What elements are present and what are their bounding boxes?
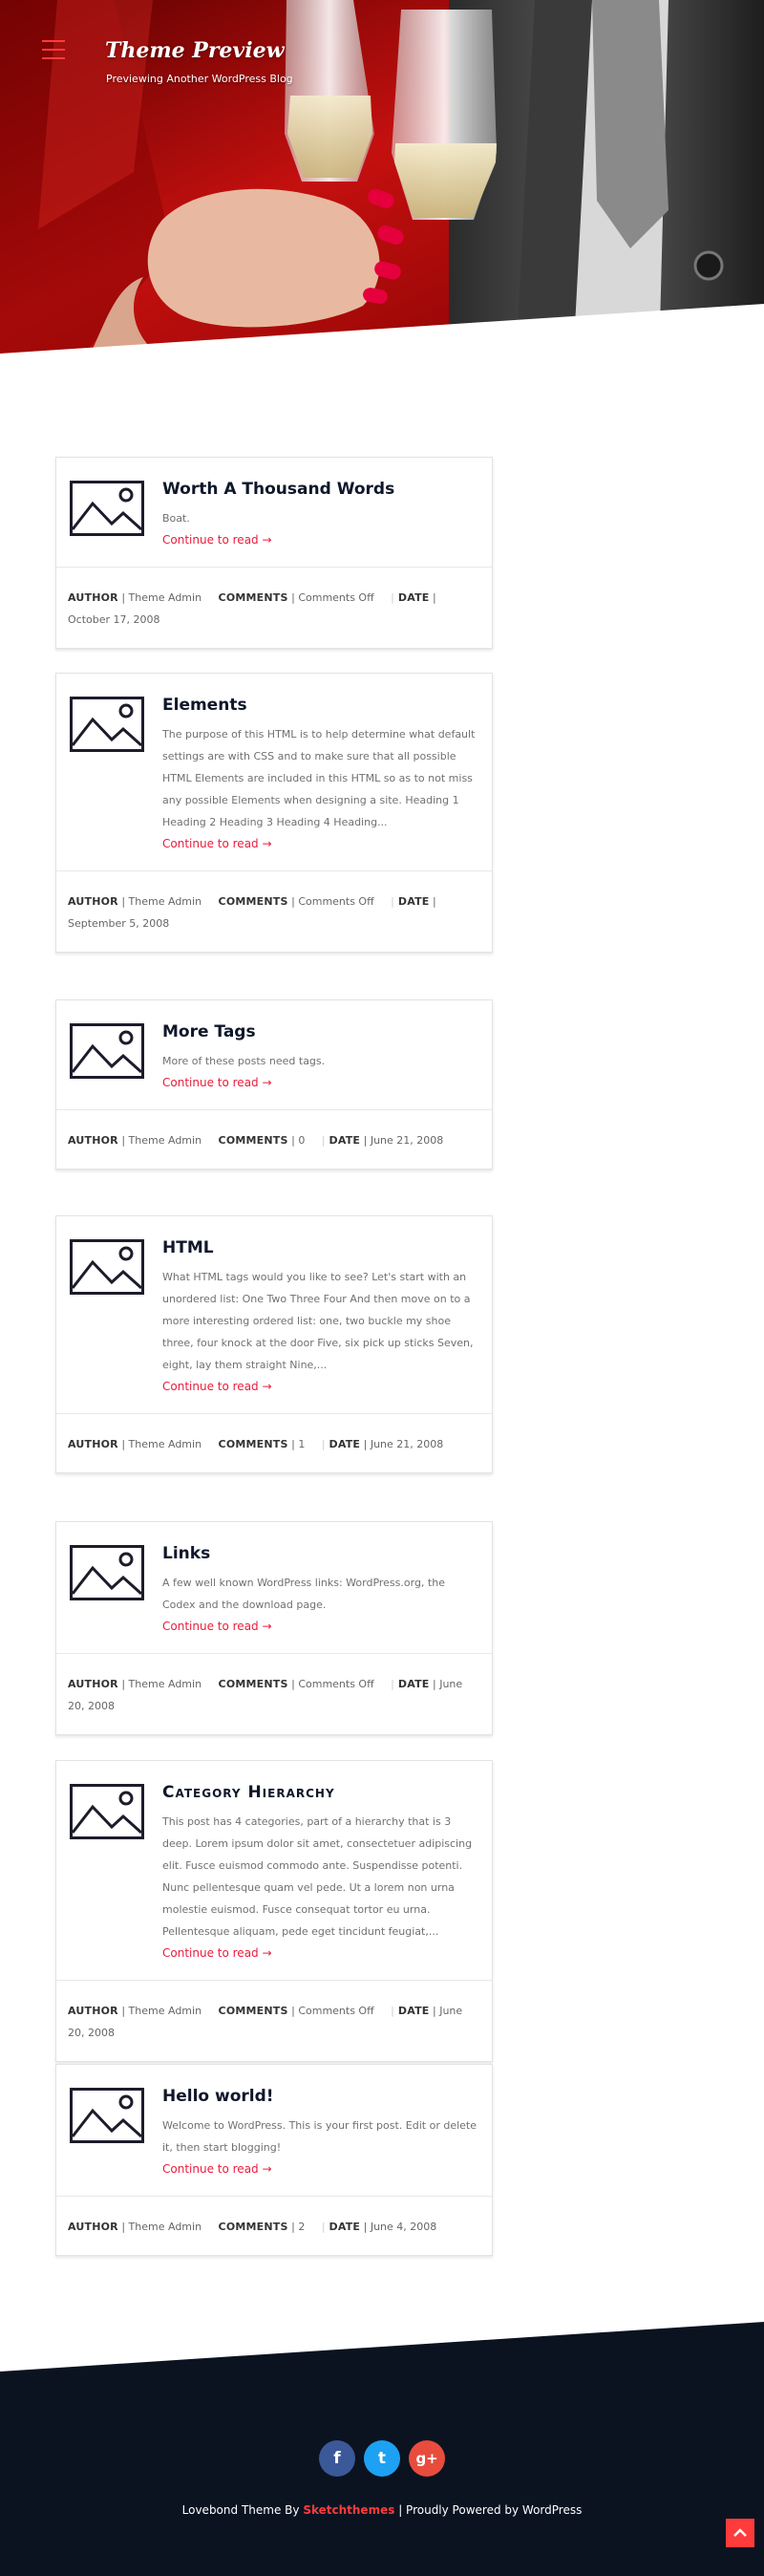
meta-comments-label: COMMENTS [218, 1678, 288, 1691]
post-meta: AUTHOR | Theme Admin COMMENTS | Comments… [56, 567, 492, 648]
hero-header: Theme Preview Previewing Another WordPre… [0, 0, 764, 363]
post-comments: 2 [298, 2221, 306, 2234]
post-comments: Comments Off [298, 895, 374, 909]
meta-author-label: AUTHOR [68, 591, 118, 605]
chevron-up-icon [733, 2528, 747, 2537]
social-links: f t g+ [0, 2440, 764, 2477]
meta-date-label: DATE [329, 1134, 361, 1148]
hamburger-menu-icon[interactable] [42, 40, 65, 61]
credit-brand-link[interactable]: Sketchthemes [303, 2503, 394, 2517]
continue-reading-link[interactable]: Continue to read → [162, 837, 272, 850]
post-card: Category Hierarchy This post has 4 categ… [55, 1760, 493, 2063]
post-title[interactable]: Worth A Thousand Words [162, 479, 478, 500]
footer-credits: Lovebond Theme By Sketchthemes | Proudly… [0, 2503, 764, 2517]
post-meta: AUTHOR | Theme Admin COMMENTS | 1 | DATE … [56, 1413, 492, 1472]
post-title[interactable]: Links [162, 1543, 478, 1564]
post-title[interactable]: Elements [162, 695, 478, 716]
post-excerpt: More of these posts need tags. [162, 1055, 326, 1068]
continue-reading-link[interactable]: Continue to read → [162, 1076, 272, 1089]
post-excerpt: Welcome to WordPress. This is your first… [162, 2119, 478, 2155]
post-title[interactable]: HTML [162, 1237, 478, 1258]
meta-author-label: AUTHOR [68, 1438, 118, 1451]
post-comments: Comments Off [298, 1678, 374, 1691]
continue-reading-link[interactable]: Continue to read → [162, 1620, 272, 1633]
meta-date-label: DATE [397, 1678, 430, 1691]
meta-comments-label: COMMENTS [218, 1134, 288, 1148]
meta-comments-label: COMMENTS [218, 591, 288, 605]
post-comments: 0 [298, 1134, 306, 1148]
meta-comments-label: COMMENTS [218, 2005, 288, 2018]
site-footer: f t g+ Lovebond Theme By Sketchthemes | … [0, 2322, 764, 2576]
post-excerpt: The purpose of this HTML is to help dete… [162, 728, 476, 829]
post-meta: AUTHOR | Theme Admin COMMENTS | Comments… [56, 870, 492, 952]
image-placeholder-icon [70, 1239, 144, 1295]
post-excerpt: Boat. [162, 512, 190, 526]
post-title[interactable]: More Tags [162, 1021, 478, 1042]
google-plus-icon[interactable]: g+ [409, 2440, 446, 2477]
image-placeholder-icon [70, 1784, 144, 1839]
post-date[interactable]: September 5, 2008 [68, 917, 169, 930]
post-excerpt: This post has 4 categories, part of a hi… [162, 1815, 473, 1939]
post-comments: Comments Off [298, 2005, 374, 2018]
post-title[interactable]: Category Hierarchy [162, 1782, 478, 1803]
continue-reading-link[interactable]: Continue to read → [162, 1946, 272, 1960]
post-meta: AUTHOR | Theme Admin COMMENTS | 0 | DATE … [56, 1109, 492, 1169]
post-card: HTML What HTML tags would you like to se… [55, 1215, 493, 1474]
post-excerpt: What HTML tags would you like to see? Le… [162, 1271, 474, 1372]
post-date[interactable]: June 4, 2008 [371, 2221, 436, 2233]
facebook-icon[interactable]: f [318, 2440, 355, 2477]
meta-date-label: DATE [397, 591, 430, 605]
post-card: Elements The purpose of this HTML is to … [55, 673, 493, 954]
meta-date-label: DATE [329, 2221, 361, 2234]
post-card: Worth A Thousand Words Boat. Continue to… [55, 457, 493, 650]
meta-date-label: DATE [397, 895, 430, 909]
post-author[interactable]: Theme Admin [129, 1678, 202, 1690]
post-card: Hello world! Welcome to WordPress. This … [55, 2064, 493, 2257]
image-placeholder-icon [70, 1023, 144, 1079]
meta-author-label: AUTHOR [68, 895, 118, 909]
credit-suffix: | Proudly Powered by WordPress [398, 2503, 583, 2517]
image-placeholder-icon [70, 697, 144, 752]
post-author[interactable]: Theme Admin [129, 2005, 202, 2017]
credit-prefix: Lovebond Theme By [181, 2503, 300, 2517]
meta-comments-label: COMMENTS [218, 1438, 288, 1451]
post-meta: AUTHOR | Theme Admin COMMENTS | Comments… [56, 1653, 492, 1734]
twitter-icon[interactable]: t [364, 2440, 400, 2477]
meta-author-label: AUTHOR [68, 2221, 118, 2234]
continue-reading-link[interactable]: Continue to read → [162, 1380, 272, 1393]
post-author[interactable]: Theme Admin [129, 895, 202, 908]
image-placeholder-icon [70, 481, 144, 536]
meta-author-label: AUTHOR [68, 2005, 118, 2018]
post-author[interactable]: Theme Admin [129, 591, 202, 604]
site-title[interactable]: Theme Preview [105, 38, 285, 63]
back-to-top-button[interactable] [726, 2519, 754, 2547]
meta-date-label: DATE [329, 1438, 361, 1451]
post-author[interactable]: Theme Admin [129, 1134, 202, 1147]
post-author[interactable]: Theme Admin [129, 1438, 202, 1450]
post-date[interactable]: June 21, 2008 [371, 1134, 443, 1147]
post-date[interactable]: October 17, 2008 [68, 613, 160, 626]
post-comments: Comments Off [298, 591, 374, 605]
continue-reading-link[interactable]: Continue to read → [162, 533, 272, 547]
meta-author-label: AUTHOR [68, 1678, 118, 1691]
site-tagline: Previewing Another WordPress Blog [106, 73, 293, 85]
image-placeholder-icon [70, 2088, 144, 2143]
post-meta: AUTHOR | Theme Admin COMMENTS | 2 | DATE … [56, 2196, 492, 2255]
post-author[interactable]: Theme Admin [129, 2221, 202, 2233]
meta-comments-label: COMMENTS [218, 895, 288, 909]
post-card: More Tags More of these posts need tags.… [55, 999, 493, 1170]
meta-author-label: AUTHOR [68, 1134, 118, 1148]
post-card: Links A few well known WordPress links: … [55, 1521, 493, 1736]
meta-comments-label: COMMENTS [218, 2221, 288, 2234]
meta-date-label: DATE [397, 2005, 430, 2018]
post-comments: 1 [298, 1438, 306, 1451]
continue-reading-link[interactable]: Continue to read → [162, 2162, 272, 2176]
post-title[interactable]: Hello world! [162, 2086, 478, 2107]
post-date[interactable]: June 21, 2008 [371, 1438, 443, 1450]
post-meta: AUTHOR | Theme Admin COMMENTS | Comments… [56, 1980, 492, 2061]
image-placeholder-icon [70, 1545, 144, 1600]
post-excerpt: A few well known WordPress links: WordPr… [162, 1577, 445, 1612]
